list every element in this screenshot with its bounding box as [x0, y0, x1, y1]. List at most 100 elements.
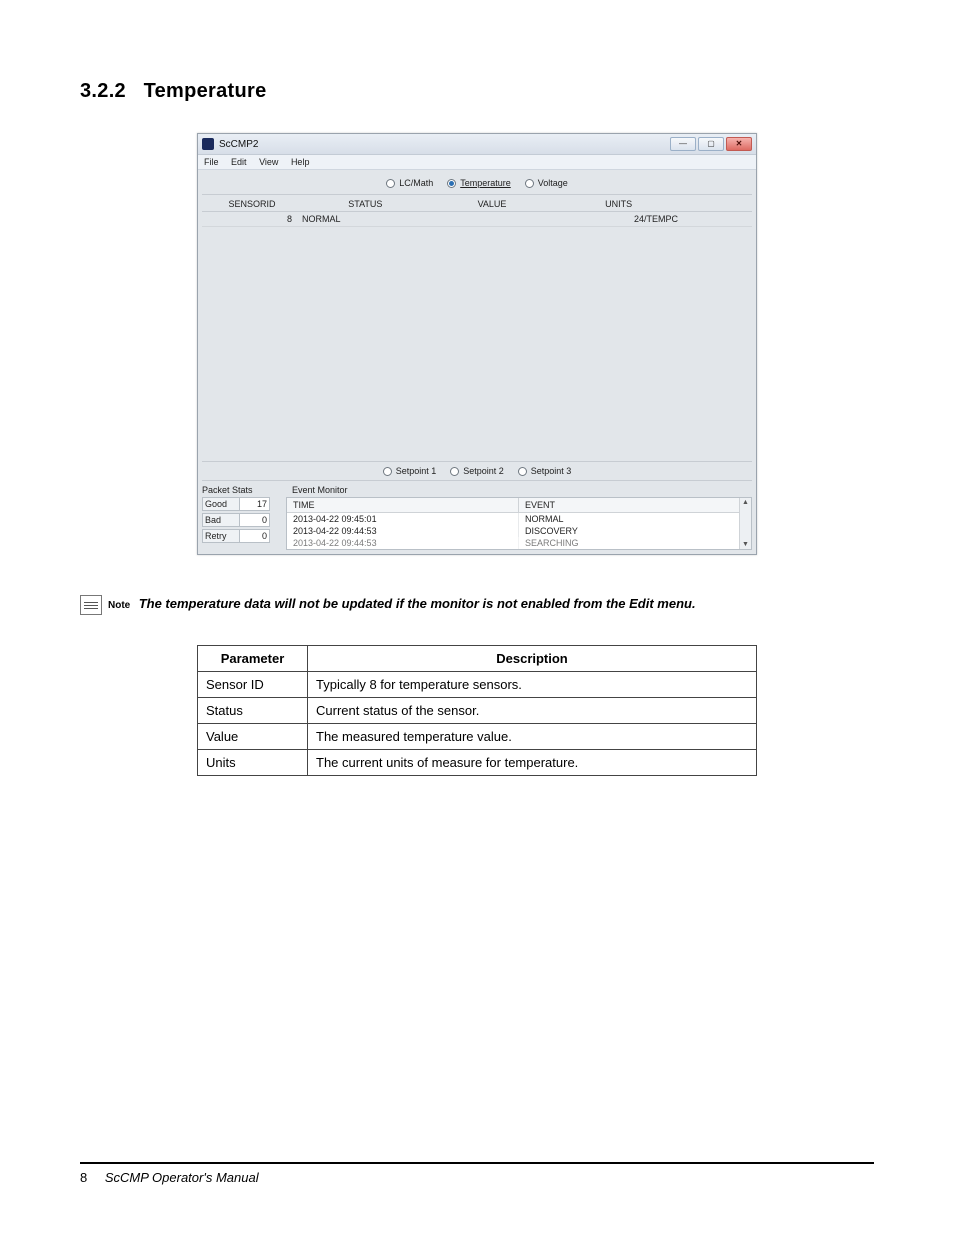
col-status: STATUS — [302, 199, 429, 209]
em-event: SEARCHING — [519, 537, 751, 549]
col-sensorid: SENSORID — [202, 199, 302, 209]
radio-icon — [450, 467, 459, 476]
packet-stats-title: Packet Stats — [202, 483, 286, 497]
ps-label-good: Good — [202, 497, 240, 511]
radio-icon — [383, 467, 392, 476]
screenshot-figure: ScCMP2 — ▢ ✕ File Edit View Help LC/Math… — [80, 133, 874, 555]
window-title: ScCMP2 — [219, 139, 668, 150]
table-row: Status Current status of the sensor. — [198, 698, 757, 724]
titlebar: ScCMP2 — ▢ ✕ — [198, 134, 756, 155]
page-number: 8 — [80, 1170, 87, 1185]
cell-status: NORMAL — [302, 214, 429, 224]
cell-units: 24/TEMPC — [555, 214, 682, 224]
td-param: Units — [198, 750, 308, 776]
bottom-area: Packet Stats Good 17 Bad 0 Retry 0 — [202, 481, 752, 550]
radio-label-sp3: Setpoint 3 — [531, 466, 572, 476]
ps-value-bad: 0 — [240, 513, 270, 527]
em-col-time: TIME — [287, 498, 519, 513]
note-label: Note — [108, 600, 130, 611]
em-time: 2013-04-22 09:45:01 — [287, 513, 519, 525]
event-monitor-panel: Event Monitor TIME EVENT 2013-04-22 09:4… — [286, 483, 752, 550]
maximize-icon: ▢ — [707, 140, 715, 148]
event-monitor-row: 2013-04-22 09:44:53 SEARCHING — [287, 537, 751, 549]
minimize-icon: — — [679, 140, 687, 148]
radio-icon — [525, 179, 534, 188]
scrollbar[interactable]: ▲ ▼ — [739, 498, 751, 549]
packet-stats-row: Bad 0 — [202, 513, 286, 527]
radio-icon — [447, 179, 456, 188]
em-time: 2013-04-22 09:44:53 — [287, 537, 519, 549]
app-icon — [202, 138, 214, 150]
em-time: 2013-04-22 09:44:53 — [287, 525, 519, 537]
minimize-button[interactable]: — — [670, 137, 696, 151]
note-text: The temperature data will not be updated… — [139, 596, 696, 611]
td-desc: Current status of the sensor. — [308, 698, 757, 724]
event-monitor-row: 2013-04-22 09:44:53 DISCOVERY — [287, 525, 751, 537]
td-desc: The current units of measure for tempera… — [308, 750, 757, 776]
close-icon: ✕ — [736, 140, 743, 148]
menubar: File Edit View Help — [198, 155, 756, 170]
td-desc: The measured temperature value. — [308, 724, 757, 750]
em-col-event: EVENT — [519, 498, 751, 513]
ps-value-retry: 0 — [240, 529, 270, 543]
event-monitor-header: TIME EVENT — [287, 498, 751, 513]
menu-view[interactable]: View — [259, 157, 278, 167]
radio-label-temperature: Temperature — [460, 178, 511, 188]
scroll-down-icon: ▼ — [742, 541, 749, 548]
maximize-button[interactable]: ▢ — [698, 137, 724, 151]
mode-radio-group: LC/Math Temperature Voltage — [202, 174, 752, 195]
radio-label-sp2: Setpoint 2 — [463, 466, 504, 476]
col-units: UNITS — [555, 199, 682, 209]
close-button[interactable]: ✕ — [726, 137, 752, 151]
th-parameter: Parameter — [198, 646, 308, 672]
client-area: LC/Math Temperature Voltage SENSORID STA… — [198, 170, 756, 554]
table-row: Units The current units of measure for t… — [198, 750, 757, 776]
radio-icon — [386, 179, 395, 188]
ps-value-good: 17 — [240, 497, 270, 511]
em-event: DISCOVERY — [519, 525, 751, 537]
setpoint-radio-group: Setpoint 1 Setpoint 2 Setpoint 3 — [202, 462, 752, 481]
event-monitor-title: Event Monitor — [286, 483, 752, 497]
page-footer: 8 ScCMP Operator's Manual — [80, 1162, 874, 1185]
radio-lcmath[interactable]: LC/Math — [386, 178, 433, 188]
radio-setpoint-1[interactable]: Setpoint 1 — [383, 466, 437, 476]
data-grid-row: 8 NORMAL 24/TEMPC — [202, 212, 752, 227]
menu-file[interactable]: File — [204, 157, 219, 167]
td-param: Sensor ID — [198, 672, 308, 698]
table-header-row: Parameter Description — [198, 646, 757, 672]
parameter-table-wrap: Parameter Description Sensor ID Typicall… — [80, 645, 874, 776]
ps-label-retry: Retry — [202, 529, 240, 543]
menu-edit[interactable]: Edit — [231, 157, 247, 167]
radio-label-lcmath: LC/Math — [399, 178, 433, 188]
cell-value — [429, 214, 556, 224]
table-row: Value The measured temperature value. — [198, 724, 757, 750]
note-block: Note The temperature data will not be up… — [80, 595, 874, 615]
section-number: 3.2.2 — [80, 80, 126, 102]
footer-title: ScCMP Operator's Manual — [105, 1170, 259, 1185]
grid-empty-area — [202, 227, 752, 462]
radio-setpoint-2[interactable]: Setpoint 2 — [450, 466, 504, 476]
section-heading: 3.2.2 Temperature — [80, 80, 874, 103]
radio-setpoint-3[interactable]: Setpoint 3 — [518, 466, 572, 476]
event-monitor-table: TIME EVENT 2013-04-22 09:45:01 NORMAL 20… — [286, 497, 752, 550]
menu-help[interactable]: Help — [291, 157, 310, 167]
packet-stats-row: Retry 0 — [202, 529, 286, 543]
packet-stats-panel: Packet Stats Good 17 Bad 0 Retry 0 — [202, 483, 286, 550]
radio-label-voltage: Voltage — [538, 178, 568, 188]
col-value: VALUE — [429, 199, 556, 209]
td-param: Value — [198, 724, 308, 750]
data-grid-header: SENSORID STATUS VALUE UNITS — [202, 195, 752, 212]
ps-label-bad: Bad — [202, 513, 240, 527]
td-desc: Typically 8 for temperature sensors. — [308, 672, 757, 698]
radio-voltage[interactable]: Voltage — [525, 178, 568, 188]
radio-temperature[interactable]: Temperature — [447, 178, 511, 188]
parameter-table: Parameter Description Sensor ID Typicall… — [197, 645, 757, 776]
section-title: Temperature — [144, 80, 267, 102]
scroll-up-icon: ▲ — [742, 499, 749, 506]
packet-stats-row: Good 17 — [202, 497, 286, 511]
em-event: NORMAL — [519, 513, 751, 525]
note-icon — [80, 595, 102, 615]
window-buttons: — ▢ ✕ — [668, 137, 752, 151]
td-param: Status — [198, 698, 308, 724]
th-description: Description — [308, 646, 757, 672]
